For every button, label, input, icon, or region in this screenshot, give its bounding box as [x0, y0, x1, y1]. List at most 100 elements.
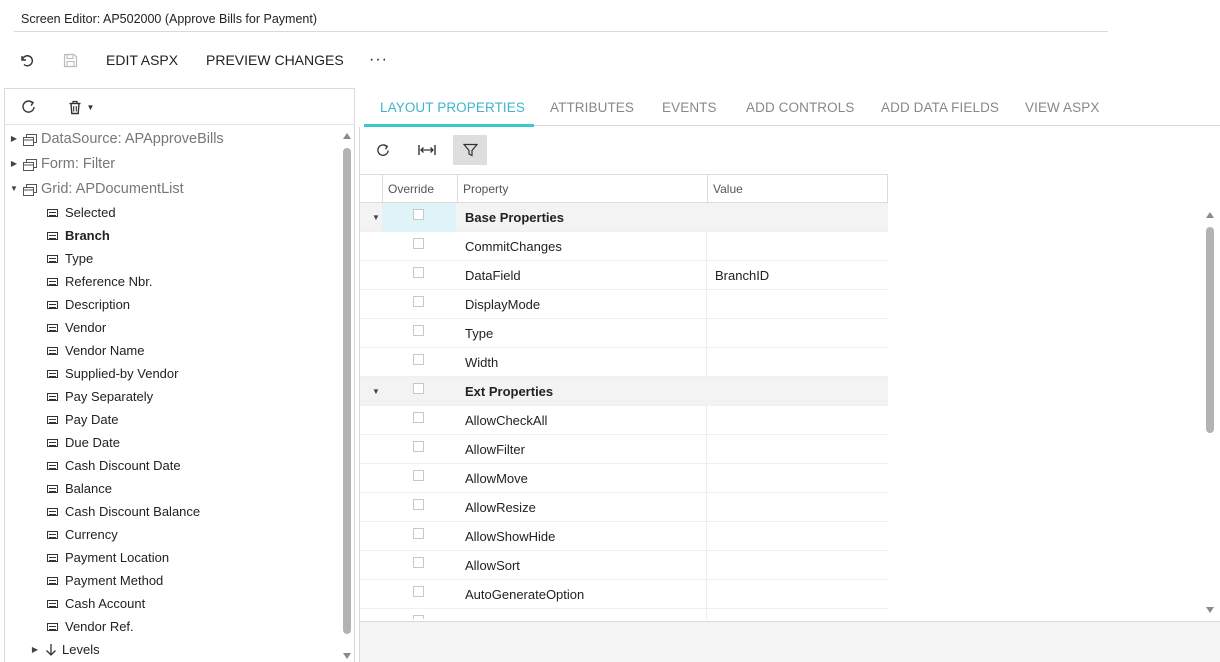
table-row[interactable]: AllowSort	[360, 551, 888, 580]
column-header-value[interactable]: Value	[707, 175, 888, 203]
override-checkbox[interactable]	[413, 354, 424, 365]
table-row[interactable]: AllowFilter	[360, 435, 888, 464]
override-checkbox[interactable]	[413, 209, 424, 220]
table-row[interactable]: AllowCheckAll	[360, 406, 888, 435]
table-row[interactable]: Width	[360, 348, 888, 377]
tree-node-form[interactable]: ▶ Form: Filter	[9, 152, 115, 175]
scroll-up-icon[interactable]	[343, 133, 351, 139]
override-checkbox[interactable]	[413, 499, 424, 510]
tree-field-currency[interactable]: Currency	[47, 523, 118, 546]
collapse-caret-icon[interactable]: ▼	[9, 184, 19, 193]
undo-button[interactable]	[12, 44, 40, 76]
tree-field-type[interactable]: Type	[47, 247, 93, 270]
override-checkbox[interactable]	[413, 615, 424, 619]
expand-caret-icon[interactable]: ▶	[9, 134, 19, 143]
save-button[interactable]	[56, 44, 84, 76]
more-options-button[interactable]: ···	[369, 44, 388, 76]
tree-field-vendor-ref[interactable]: Vendor Ref.	[47, 615, 134, 638]
scroll-down-icon[interactable]	[1206, 607, 1214, 613]
grid-scrollbar[interactable]	[1203, 205, 1217, 625]
override-checkbox[interactable]	[413, 586, 424, 597]
tree-field-payment-method[interactable]: Payment Method	[47, 569, 163, 592]
tree-field-pay-date[interactable]: Pay Date	[47, 408, 118, 431]
table-row[interactable]: AllowMove	[360, 464, 888, 493]
undo-icon	[21, 55, 34, 67]
tree-field-cash-discount-date[interactable]: Cash Discount Date	[47, 454, 181, 477]
tree-field-label: Balance	[65, 481, 112, 496]
override-checkbox[interactable]	[413, 238, 424, 249]
table-row[interactable]: AutoGenerateOption	[360, 580, 888, 609]
tree-field-supplied-by-vendor[interactable]: Supplied-by Vendor	[47, 362, 178, 385]
tree-field-due-date[interactable]: Due Date	[47, 431, 120, 454]
tree-refresh-button[interactable]	[15, 91, 43, 123]
tree-field-branch[interactable]: Branch	[47, 224, 110, 247]
table-row[interactable]: DataField BranchID	[360, 261, 888, 290]
tree-node-grid[interactable]: ▼ Grid: APDocumentList	[9, 177, 184, 200]
column-separator	[706, 406, 707, 435]
tree-node-levels[interactable]: ▶ Levels	[30, 638, 100, 661]
tree-field-description[interactable]: Description	[47, 293, 130, 316]
override-checkbox[interactable]	[413, 325, 424, 336]
table-row[interactable]: Type	[360, 319, 888, 348]
collapse-caret-icon[interactable]: ▼	[372, 213, 380, 222]
filter-button[interactable]	[453, 135, 487, 165]
override-checkbox[interactable]	[413, 412, 424, 423]
table-row[interactable]: CommitChanges	[360, 232, 888, 261]
tree-field-reference-nbr[interactable]: Reference Nbr.	[47, 270, 152, 293]
tree-field-label: Cash Discount Date	[65, 458, 181, 473]
grid-refresh-button[interactable]	[366, 135, 400, 165]
tab-add-controls[interactable]: ADD CONTROLS	[746, 88, 854, 126]
tree-field-payment-location[interactable]: Payment Location	[47, 546, 169, 569]
expand-caret-icon[interactable]: ▶	[30, 645, 40, 654]
preview-changes-button[interactable]: PREVIEW CHANGES	[206, 44, 344, 76]
collapse-caret-icon[interactable]: ▼	[372, 387, 380, 396]
override-cell	[382, 464, 456, 493]
tab-events[interactable]: EVENTS	[662, 88, 717, 126]
tree-field-vendor[interactable]: Vendor	[47, 316, 106, 339]
override-checkbox[interactable]	[413, 557, 424, 568]
tab-view-aspx[interactable]: VIEW ASPX	[1025, 88, 1099, 126]
field-icon	[47, 323, 58, 332]
tree-node-label: Levels	[62, 642, 100, 657]
override-checkbox[interactable]	[413, 383, 424, 394]
tree-field-cash-discount-balance[interactable]: Cash Discount Balance	[47, 500, 200, 523]
tree-field-label: Type	[65, 251, 94, 266]
tab-attributes[interactable]: ATTRIBUTES	[550, 88, 634, 126]
override-checkbox[interactable]	[413, 528, 424, 539]
column-header-property[interactable]: Property	[457, 175, 707, 203]
tree-scroll-thumb[interactable]	[343, 148, 351, 634]
table-row[interactable]: L...	[360, 609, 888, 619]
tree-field-balance[interactable]: Balance	[47, 477, 112, 500]
column-header-override[interactable]: Override	[382, 175, 457, 203]
table-row-group[interactable]: ▼ Ext Properties	[360, 377, 888, 406]
tree-field-vendor-name[interactable]: Vendor Name	[47, 339, 145, 362]
grid-body: ▼ Base Properties CommitChanges DataFiel…	[360, 203, 888, 619]
expand-caret-icon[interactable]: ▶	[9, 159, 19, 168]
table-row[interactable]: AllowResize	[360, 493, 888, 522]
tree-field-selected[interactable]: Selected	[47, 201, 116, 224]
override-checkbox[interactable]	[413, 267, 424, 278]
tree-node-datasource[interactable]: ▶ DataSource: APApproveBills	[9, 127, 224, 150]
tree-field-cash-account[interactable]: Cash Account	[47, 592, 145, 615]
table-row[interactable]: DisplayMode	[360, 290, 888, 319]
tree-scrollbar[interactable]	[341, 126, 354, 662]
delete-dropdown-button[interactable]: ▼	[61, 91, 101, 123]
table-row[interactable]: AllowShowHide	[360, 522, 888, 551]
table-row-group[interactable]: ▼ Base Properties	[360, 203, 888, 232]
scroll-down-icon[interactable]	[343, 653, 351, 659]
filter-icon	[462, 143, 478, 157]
override-checkbox[interactable]	[413, 296, 424, 307]
scroll-up-icon[interactable]	[1206, 212, 1214, 218]
tree-field-pay-separately[interactable]: Pay Separately	[47, 385, 153, 408]
arrow-down-icon	[46, 644, 56, 656]
property-value[interactable]: BranchID	[715, 261, 769, 290]
fit-columns-button[interactable]	[410, 135, 444, 165]
tab-add-data-fields[interactable]: ADD DATA FIELDS	[881, 88, 999, 126]
override-checkbox[interactable]	[413, 441, 424, 452]
property-name: Type	[465, 326, 494, 341]
grid-scroll-thumb[interactable]	[1206, 227, 1214, 433]
tree-field-label: Payment Location	[65, 550, 170, 565]
tab-layout-properties[interactable]: LAYOUT PROPERTIES	[380, 88, 525, 126]
override-checkbox[interactable]	[413, 470, 424, 481]
edit-aspx-button[interactable]: EDIT ASPX	[106, 44, 178, 76]
